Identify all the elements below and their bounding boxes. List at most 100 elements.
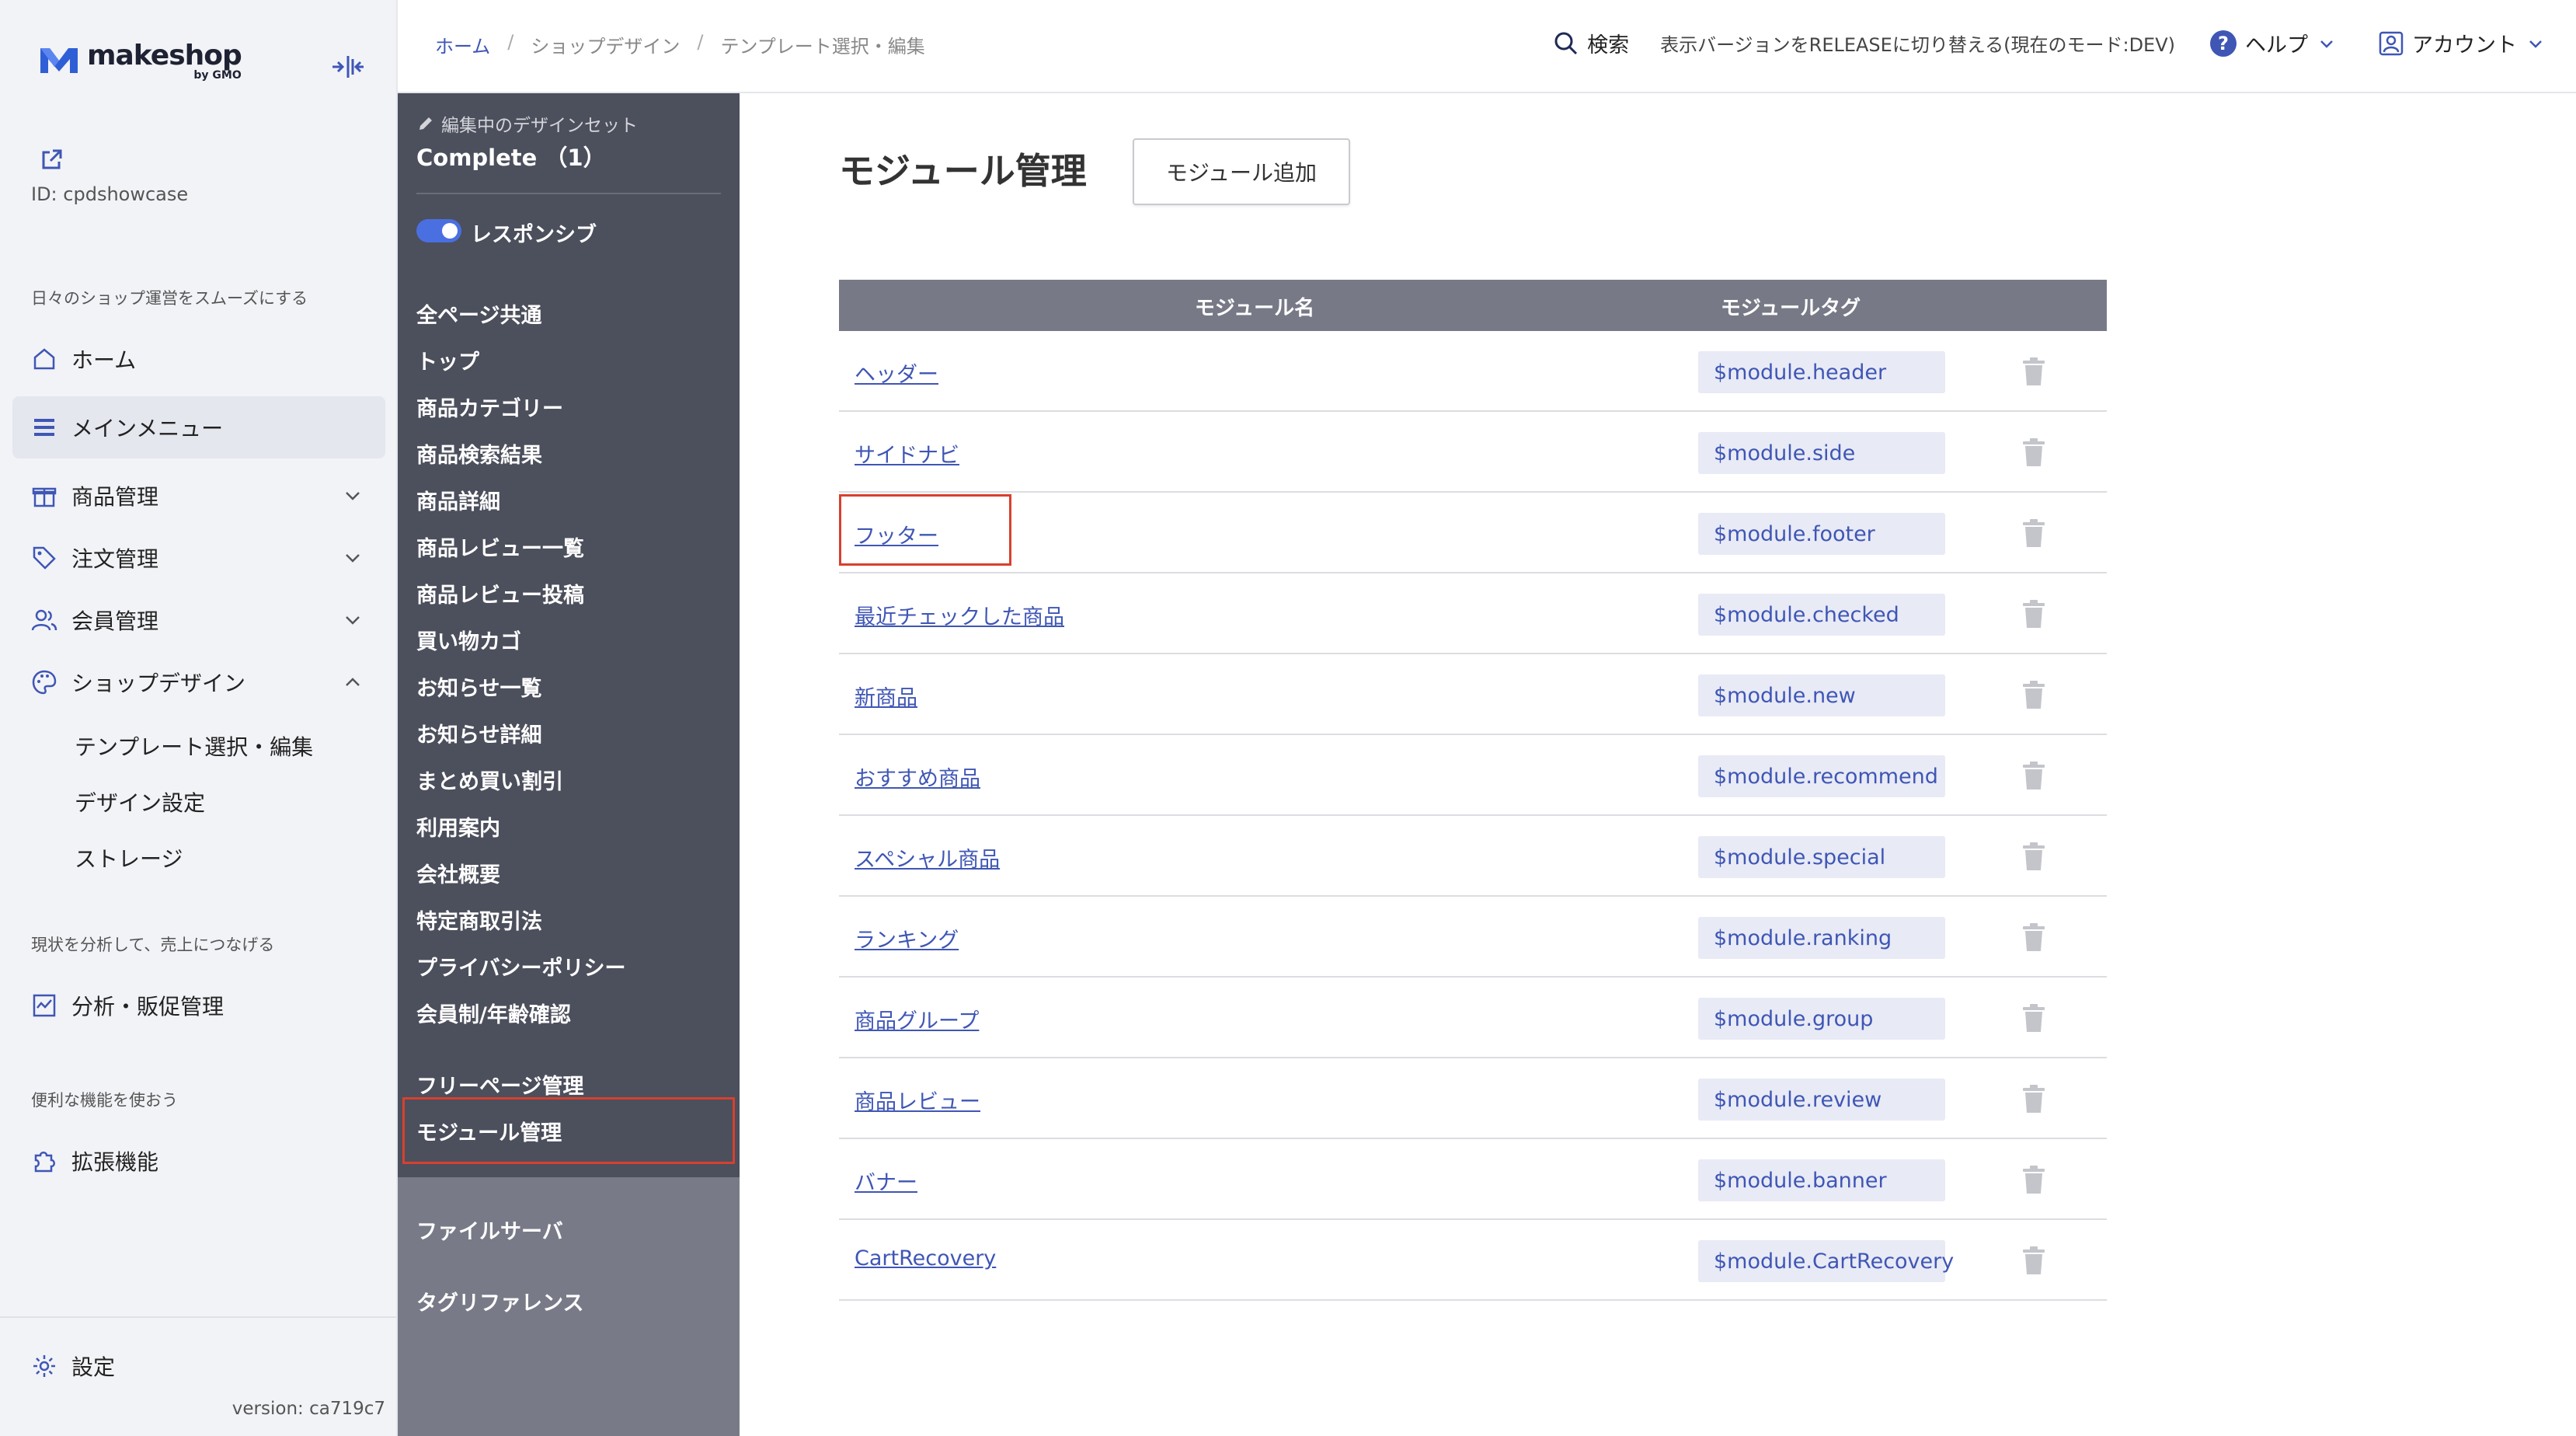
responsive-toggle[interactable] <box>416 219 461 242</box>
shop-id: ID: cpdshowcase <box>31 183 189 205</box>
trash-icon[interactable] <box>2021 1166 2046 1195</box>
trash-icon[interactable] <box>2021 519 2046 549</box>
module-tag: $module.banner <box>1698 1159 1945 1201</box>
gear-icon <box>33 1355 55 1377</box>
sidebar-item-analytics[interactable]: 分析・販促管理 <box>12 974 385 1037</box>
trash-icon[interactable] <box>2021 357 2046 387</box>
module-name-link[interactable]: CartRecovery <box>855 1246 996 1270</box>
sidebar-item-label: 会員管理 <box>71 608 159 634</box>
trash-icon[interactable] <box>2021 681 2046 710</box>
makeshop-logo[interactable]: makeshop by GMO <box>39 40 242 81</box>
design-page-top[interactable]: トップ <box>416 345 479 375</box>
design-tag-reference[interactable]: タグリファレンス <box>416 1286 583 1316</box>
table-row: スペシャル商品 $module.special <box>839 816 2107 897</box>
sidebar-item-extensions[interactable]: 拡張機能 <box>12 1130 385 1192</box>
design-page-category[interactable]: 商品カテゴリー <box>416 392 563 422</box>
sidebar-item-members[interactable]: 会員管理 <box>12 589 385 651</box>
table-row: 商品グループ $module.group <box>839 978 2107 1058</box>
sidebar-subitem-template-edit[interactable]: テンプレート選択・編集 <box>75 730 313 762</box>
collapse-sidebar-icon[interactable] <box>329 51 367 82</box>
users-icon <box>31 609 57 631</box>
design-page-news-detail[interactable]: お知らせ詳細 <box>416 718 541 748</box>
design-page-cart[interactable]: 買い物カゴ <box>416 625 521 655</box>
sidebar-item-label: 商品管理 <box>71 484 159 510</box>
gift-icon <box>32 487 57 507</box>
module-tag: $module.new <box>1698 674 1945 716</box>
sidebar-subitem-storage[interactable]: ストレージ <box>75 842 183 873</box>
trash-icon[interactable] <box>2021 923 2046 953</box>
design-page-company[interactable]: 会社概要 <box>416 858 500 888</box>
design-page-module-management[interactable]: モジュール管理 <box>402 1097 735 1164</box>
sidebar-item-main-menu[interactable]: メインメニュー <box>12 396 385 458</box>
module-tag: $module.CartRecovery <box>1698 1240 1954 1282</box>
help-menu[interactable]: ? ヘルプ <box>2209 28 2344 58</box>
module-name-link[interactable]: バナー <box>855 1166 917 1196</box>
account-menu[interactable]: アカウント <box>2378 28 2553 58</box>
module-name-link[interactable]: 新商品 <box>855 681 917 711</box>
design-page-search-results[interactable]: 商品検索結果 <box>416 438 542 469</box>
pencil-icon <box>419 117 432 130</box>
account-label: アカウント <box>2412 33 2517 58</box>
trash-icon[interactable] <box>2021 1085 2046 1114</box>
module-name-link[interactable]: スペシャル商品 <box>855 842 1000 873</box>
main-content: モジュール管理 モジュール追加 モジュール名 モジュールタグ ヘッダー $modu… <box>740 93 2576 1436</box>
module-name-link[interactable]: おすすめ商品 <box>855 762 980 792</box>
makeshop-logo-icon <box>40 48 78 73</box>
design-set-name[interactable]: Complete （1） <box>416 140 606 173</box>
design-page-product-detail[interactable]: 商品詳細 <box>416 485 500 515</box>
design-page-tokushoho[interactable]: 特定商取引法 <box>416 904 542 935</box>
design-page-privacy[interactable]: プライバシーポリシー <box>416 951 625 981</box>
breadcrumb-separator: / <box>697 31 704 53</box>
breadcrumb-home[interactable]: ホーム <box>435 31 490 58</box>
sidebar-item-products[interactable]: 商品管理 <box>12 465 385 527</box>
sidebar-item-orders[interactable]: 注文管理 <box>12 527 385 589</box>
add-module-button[interactable]: モジュール追加 <box>1133 138 1350 205</box>
table-row: バナー $module.banner <box>839 1139 2107 1220</box>
design-page-guide[interactable]: 利用案内 <box>416 811 500 842</box>
tag-icon <box>33 546 56 570</box>
design-page-all-common[interactable]: 全ページ共通 <box>416 298 541 329</box>
design-page-news-list[interactable]: お知らせ一覧 <box>416 671 541 702</box>
design-page-free-pages[interactable]: フリーページ管理 <box>416 1069 583 1100</box>
table-row: おすすめ商品 $module.recommend <box>839 735 2107 816</box>
sidebar-item-label: 設定 <box>71 1354 116 1380</box>
design-set-panel: 編集中のデザインセット Complete （1） レスポンシブ 全ページ共通 ト… <box>398 93 740 1436</box>
breadcrumb: ホーム / ショップデザイン / テンプレート選択・編集 <box>435 31 925 58</box>
trash-icon[interactable] <box>2021 438 2046 468</box>
sidebar-item-label: 拡張機能 <box>71 1149 159 1175</box>
module-name-link[interactable]: 最近チェックした商品 <box>855 600 1064 630</box>
mode-switch-link[interactable]: 表示バージョンをRELEASEに切り替える(現在のモード:DEV) <box>1660 30 2175 57</box>
design-page-review-list[interactable]: 商品レビュー一覧 <box>416 532 584 562</box>
sidebar-subitem-design-settings[interactable]: デザイン設定 <box>75 786 205 817</box>
trash-icon[interactable] <box>2021 1246 2046 1276</box>
module-name-link[interactable]: サイドナビ <box>855 438 959 469</box>
design-page-review-post[interactable]: 商品レビュー投稿 <box>416 578 584 608</box>
design-page-membership[interactable]: 会員制/年齢確認 <box>416 998 571 1028</box>
module-name-link[interactable]: ランキング <box>855 923 959 953</box>
design-set-label-text: 編集中のデザインセット <box>441 116 638 136</box>
trash-icon[interactable] <box>2021 842 2046 872</box>
trash-icon[interactable] <box>2021 600 2046 629</box>
sidebar-item-home[interactable]: ホーム <box>12 328 385 390</box>
module-name-link[interactable]: 商品グループ <box>855 1004 979 1034</box>
design-page-bulk-discount[interactable]: まとめ買い割引 <box>416 765 563 795</box>
sidebar-item-settings[interactable]: 設定 <box>12 1335 385 1397</box>
module-name-link[interactable]: ヘッダー <box>855 357 938 388</box>
module-name-link[interactable]: 商品レビュー <box>855 1085 980 1115</box>
module-tag: $module.checked <box>1698 594 1945 636</box>
sidebar-item-label: ショップデザイン <box>71 671 246 696</box>
external-link-icon[interactable] <box>39 148 64 173</box>
trash-icon[interactable] <box>2021 762 2046 791</box>
design-set-label: 編集中のデザインセット <box>416 110 638 137</box>
logo-text: makeshop <box>87 40 242 71</box>
module-tag: $module.special <box>1698 836 1945 878</box>
palette-icon <box>32 670 57 695</box>
highlight-box <box>839 494 1011 566</box>
section-label-extensions: 便利な機能を使おう <box>31 1091 178 1110</box>
design-file-server[interactable]: ファイルサーバ <box>416 1215 563 1245</box>
logo-sub-text: by GMO <box>193 69 242 82</box>
sidebar-item-shop-design[interactable]: ショップデザイン <box>12 651 385 713</box>
table-row: フッター $module.footer <box>839 493 2107 573</box>
trash-icon[interactable] <box>2021 1004 2046 1033</box>
search-button[interactable]: 検索 <box>1553 28 1629 58</box>
